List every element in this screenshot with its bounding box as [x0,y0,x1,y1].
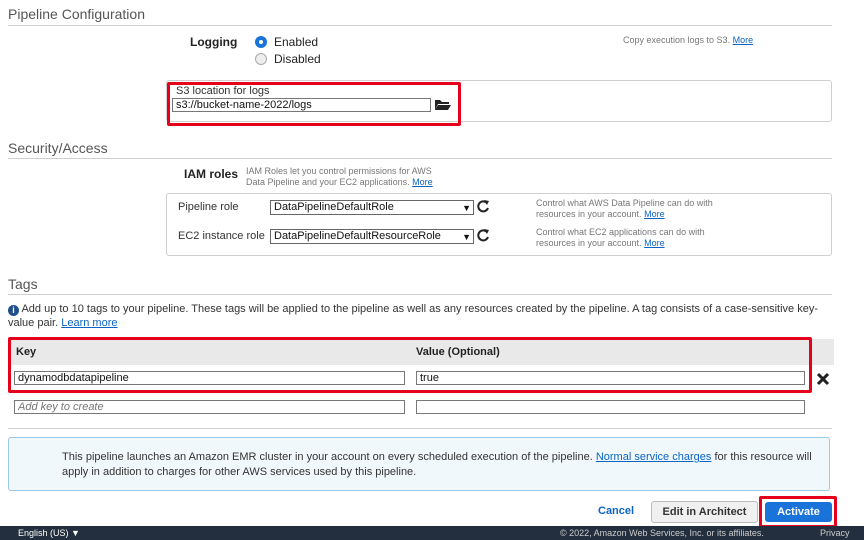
divider [8,25,832,26]
iam-roles-description: IAM Roles let you control permissions fo… [246,166,433,188]
privacy-link[interactable]: Privacy [820,528,850,538]
language-selector[interactable]: English (US) ▼ [18,528,80,538]
copy-logs-text: Copy execution logs to S3. [623,35,731,45]
divider [8,158,832,159]
service-charges-link[interactable]: Normal service charges [596,451,712,463]
radio-disabled-label[interactable]: Disabled [274,52,321,66]
roles-panel [166,193,832,256]
ec2-role-select[interactable]: DataPipelineDefaultResourceRole ▼ [270,229,474,244]
highlight-tag-row [8,337,812,393]
iam-roles-label: IAM roles [184,167,239,181]
iam-desc-line2: Data Pipeline and your EC2 applications. [246,177,410,187]
pipeline-role-value: DataPipelineDefaultRole [274,201,394,213]
notice-text: This pipeline launches an Amazon EMR clu… [62,450,822,480]
service-charges-notice: This pipeline launches an Amazon EMR clu… [8,437,830,491]
ec2-role-label: EC2 instance role [178,230,265,242]
cancel-button[interactable]: Cancel [598,505,634,517]
divider [8,428,832,429]
iam-desc-line1: IAM Roles let you control permissions fo… [246,166,432,176]
edit-in-architect-button[interactable]: Edit in Architect [651,501,758,523]
ec2-role-desc-line1: Control what EC2 applications can do wit… [536,227,705,237]
radio-enabled[interactable] [255,36,267,48]
tags-info: i Add up to 10 tags to your pipeline. Th… [8,302,828,330]
pipeline-role-desc-line2: resources in your account. [536,209,642,219]
logging-label: Logging [190,35,238,49]
pipeline-role-more-link[interactable]: More [644,209,665,219]
radio-disabled[interactable] [255,53,267,65]
new-tag-key-input[interactable] [14,400,405,414]
tags-info-text: Add up to 10 tags to your pipeline. Thes… [8,303,818,329]
section-title-security-access: Security/Access [8,140,108,156]
section-title-tags: Tags [8,276,38,292]
divider [8,294,832,295]
ec2-role-value: DataPipelineDefaultResourceRole [274,230,441,242]
new-tag-value-input[interactable] [416,400,805,414]
info-icon: i [8,305,19,316]
highlight-s3-location [167,82,461,126]
notice-text-before: This pipeline launches an Amazon EMR clu… [62,451,593,463]
ec2-role-description: Control what EC2 applications can do wit… [536,227,705,249]
footer: English (US) ▼ © 2022, Amazon Web Servic… [0,526,864,540]
copyright: © 2022, Amazon Web Services, Inc. or its… [560,528,764,538]
pipeline-role-label: Pipeline role [178,201,239,213]
radio-enabled-label[interactable]: Enabled [274,35,318,49]
pipeline-role-desc-line1: Control what AWS Data Pipeline can do wi… [536,198,713,208]
pipeline-role-description: Control what AWS Data Pipeline can do wi… [536,198,713,220]
iam-more-link[interactable]: More [412,177,433,187]
copy-logs-description: Copy execution logs to S3. More [623,35,753,46]
highlight-activate [759,496,837,528]
section-title-pipeline-configuration: Pipeline Configuration [8,6,145,22]
copy-logs-more-link[interactable]: More [733,35,754,45]
ec2-role-desc-line2: resources in your account. [536,238,642,248]
close-icon[interactable] [816,372,830,386]
chevron-down-icon: ▼ [462,232,471,242]
ec2-role-more-link[interactable]: More [644,238,665,248]
learn-more-link[interactable]: Learn more [61,317,117,329]
refresh-icon[interactable] [476,199,490,213]
pipeline-role-select[interactable]: DataPipelineDefaultRole ▼ [270,200,474,215]
chevron-down-icon: ▼ [462,203,471,213]
refresh-icon[interactable] [476,228,490,242]
